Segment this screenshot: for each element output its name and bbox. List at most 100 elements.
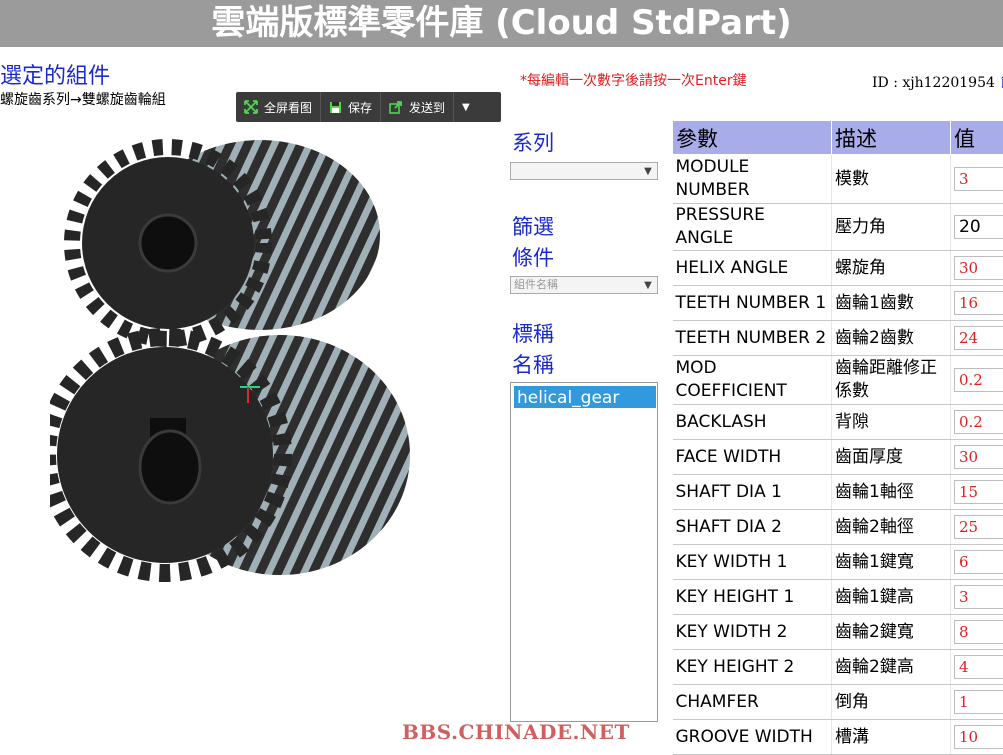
- parameter-rows: MODULE NUMBER模數3PRESSURE ANGLE壓力角20HELIX…: [673, 155, 1003, 755]
- param-value-input[interactable]: 1: [954, 690, 1003, 714]
- param-value-cell: 15: [951, 475, 1003, 510]
- param-desc: 模數: [832, 155, 951, 204]
- table-row: SHAFT DIA 2齒輪2軸徑25: [673, 510, 1003, 545]
- param-name: KEY WIDTH 2: [673, 615, 832, 650]
- param-desc: 齒輪2鍵寬: [832, 615, 951, 650]
- param-desc: 槽溝: [832, 720, 951, 755]
- param-name: SHAFT DIA 1: [673, 475, 832, 510]
- watermark: BBS.CHINADE.NET: [402, 720, 630, 744]
- parameter-table: 參數 描述 值 MODULE NUMBER模數3PRESSURE ANGLE壓力…: [672, 120, 1003, 755]
- table-row: TEETH NUMBER 2齒輪2齒數24: [673, 321, 1003, 356]
- param-name: GROOVE WIDTH: [673, 720, 832, 755]
- std-name-label-1: 標稱: [512, 319, 554, 350]
- param-value-input[interactable]: 25: [954, 515, 1003, 539]
- param-name: KEY HEIGHT 1: [673, 580, 832, 615]
- param-value-cell: 30: [951, 440, 1003, 475]
- param-value-input[interactable]: 0.2: [954, 410, 1003, 434]
- save-icon: [329, 101, 342, 114]
- table-row: PRESSURE ANGLE壓力角20: [673, 204, 1003, 251]
- param-value-input[interactable]: 4: [954, 655, 1003, 679]
- param-value-cell: 0.2: [951, 405, 1003, 440]
- param-value-input[interactable]: 16: [954, 291, 1003, 315]
- param-name: CHAMFER: [673, 685, 832, 720]
- save-button[interactable]: 保存: [321, 92, 381, 122]
- param-name: FACE WIDTH: [673, 440, 832, 475]
- param-value-input[interactable]: 10: [954, 725, 1003, 749]
- edit-notice: *每編輯一次數字後請按一次Enter鍵: [520, 70, 747, 90]
- param-name: HELIX ANGLE: [673, 251, 832, 286]
- param-value-cell: 30: [951, 251, 1003, 286]
- param-desc: 齒輪1鍵寬: [832, 545, 951, 580]
- user-id: ID : xjh12201954饋: [872, 72, 1003, 92]
- param-value-cell: 20: [951, 204, 1003, 251]
- param-name: PRESSURE ANGLE: [673, 204, 832, 251]
- table-row: KEY HEIGHT 1齒輪1鍵高3: [673, 580, 1003, 615]
- param-value-input[interactable]: 30: [954, 445, 1003, 469]
- param-value-cell: 4: [951, 650, 1003, 685]
- param-value-input[interactable]: 6: [954, 550, 1003, 574]
- param-value-input[interactable]: 30: [954, 256, 1003, 280]
- param-value-cell: 0.2: [951, 356, 1003, 405]
- param-value-cell: 3: [951, 580, 1003, 615]
- list-item[interactable]: helical_gear: [514, 386, 656, 408]
- filter-label-2: 條件: [512, 243, 554, 274]
- param-value-cell: 1: [951, 685, 1003, 720]
- param-desc: 齒輪1齒數: [832, 286, 951, 321]
- param-desc: 背隙: [832, 405, 951, 440]
- param-desc: 齒輪1軸徑: [832, 475, 951, 510]
- filter-select-value: 組件名稱: [514, 278, 558, 291]
- param-value-cell: 25: [951, 510, 1003, 545]
- table-row: FACE WIDTH齒面厚度30: [673, 440, 1003, 475]
- param-value-input[interactable]: 15: [954, 480, 1003, 504]
- param-desc: 齒輪2軸徑: [832, 510, 951, 545]
- param-name: BACKLASH: [673, 405, 832, 440]
- fullscreen-button[interactable]: 全屏看图: [236, 92, 321, 122]
- param-value-input[interactable]: 3: [954, 585, 1003, 609]
- series-select[interactable]: ▼: [510, 162, 658, 180]
- breadcrumb: 螺旋齒系列→雙螺旋齒輪組: [0, 89, 166, 109]
- app-title: 雲端版標準零件庫 (Cloud StdPart): [0, 0, 1003, 47]
- param-value-input[interactable]: 8: [954, 620, 1003, 644]
- column-header-value: 值: [951, 121, 1003, 155]
- std-name-label-2: 名稱: [512, 350, 554, 381]
- gear-3d-viewer[interactable]: [50, 125, 490, 625]
- send-to-button[interactable]: 发送到: [381, 92, 454, 122]
- param-value-input[interactable]: 20: [954, 215, 1003, 239]
- param-name: MODULE NUMBER: [673, 155, 832, 204]
- series-label: 系列: [512, 128, 554, 159]
- fullscreen-icon: [244, 100, 258, 114]
- param-value-cell: 24: [951, 321, 1003, 356]
- filter-select[interactable]: 組件名稱 ▼: [510, 276, 658, 294]
- param-desc: 齒輪1鍵高: [832, 580, 951, 615]
- table-row: MODULE NUMBER模數3: [673, 155, 1003, 204]
- param-value-cell: 16: [951, 286, 1003, 321]
- column-header-desc: 描述: [832, 121, 951, 155]
- table-row: HELIX ANGLE螺旋角30: [673, 251, 1003, 286]
- std-name-listbox[interactable]: helical_gear: [510, 382, 658, 722]
- param-value-cell: 3: [951, 155, 1003, 204]
- param-desc: 螺旋角: [832, 251, 951, 286]
- send-to-label: 发送到: [409, 99, 445, 116]
- selected-component-heading: 選定的組件: [0, 58, 110, 90]
- param-name: TEETH NUMBER 1: [673, 286, 832, 321]
- param-value-input[interactable]: 0.2: [954, 368, 1003, 392]
- chevron-down-icon: ▼: [642, 278, 654, 292]
- param-name: KEY WIDTH 1: [673, 545, 832, 580]
- column-header-param: 參數: [673, 121, 832, 155]
- param-value-input[interactable]: 3: [954, 167, 1003, 191]
- table-row: KEY WIDTH 2齒輪2鍵寬8: [673, 615, 1003, 650]
- table-row: MOD COEFFICIENT齒輪距離修正係數0.2: [673, 356, 1003, 405]
- param-desc: 齒面厚度: [832, 440, 951, 475]
- param-desc: 壓力角: [832, 204, 951, 251]
- param-name: MOD COEFFICIENT: [673, 356, 832, 405]
- upper-gear-bore: [140, 215, 196, 271]
- lower-gear-bore: [140, 431, 200, 503]
- param-value-input[interactable]: 24: [954, 326, 1003, 350]
- table-row: CHAMFER倒角1: [673, 685, 1003, 720]
- save-label: 保存: [348, 99, 372, 116]
- table-row: BACKLASH背隙0.2: [673, 405, 1003, 440]
- param-value-cell: 8: [951, 615, 1003, 650]
- share-icon: [389, 100, 403, 114]
- filter-label-1: 篩選: [512, 212, 554, 243]
- chevron-down-icon[interactable]: ▼: [454, 102, 478, 113]
